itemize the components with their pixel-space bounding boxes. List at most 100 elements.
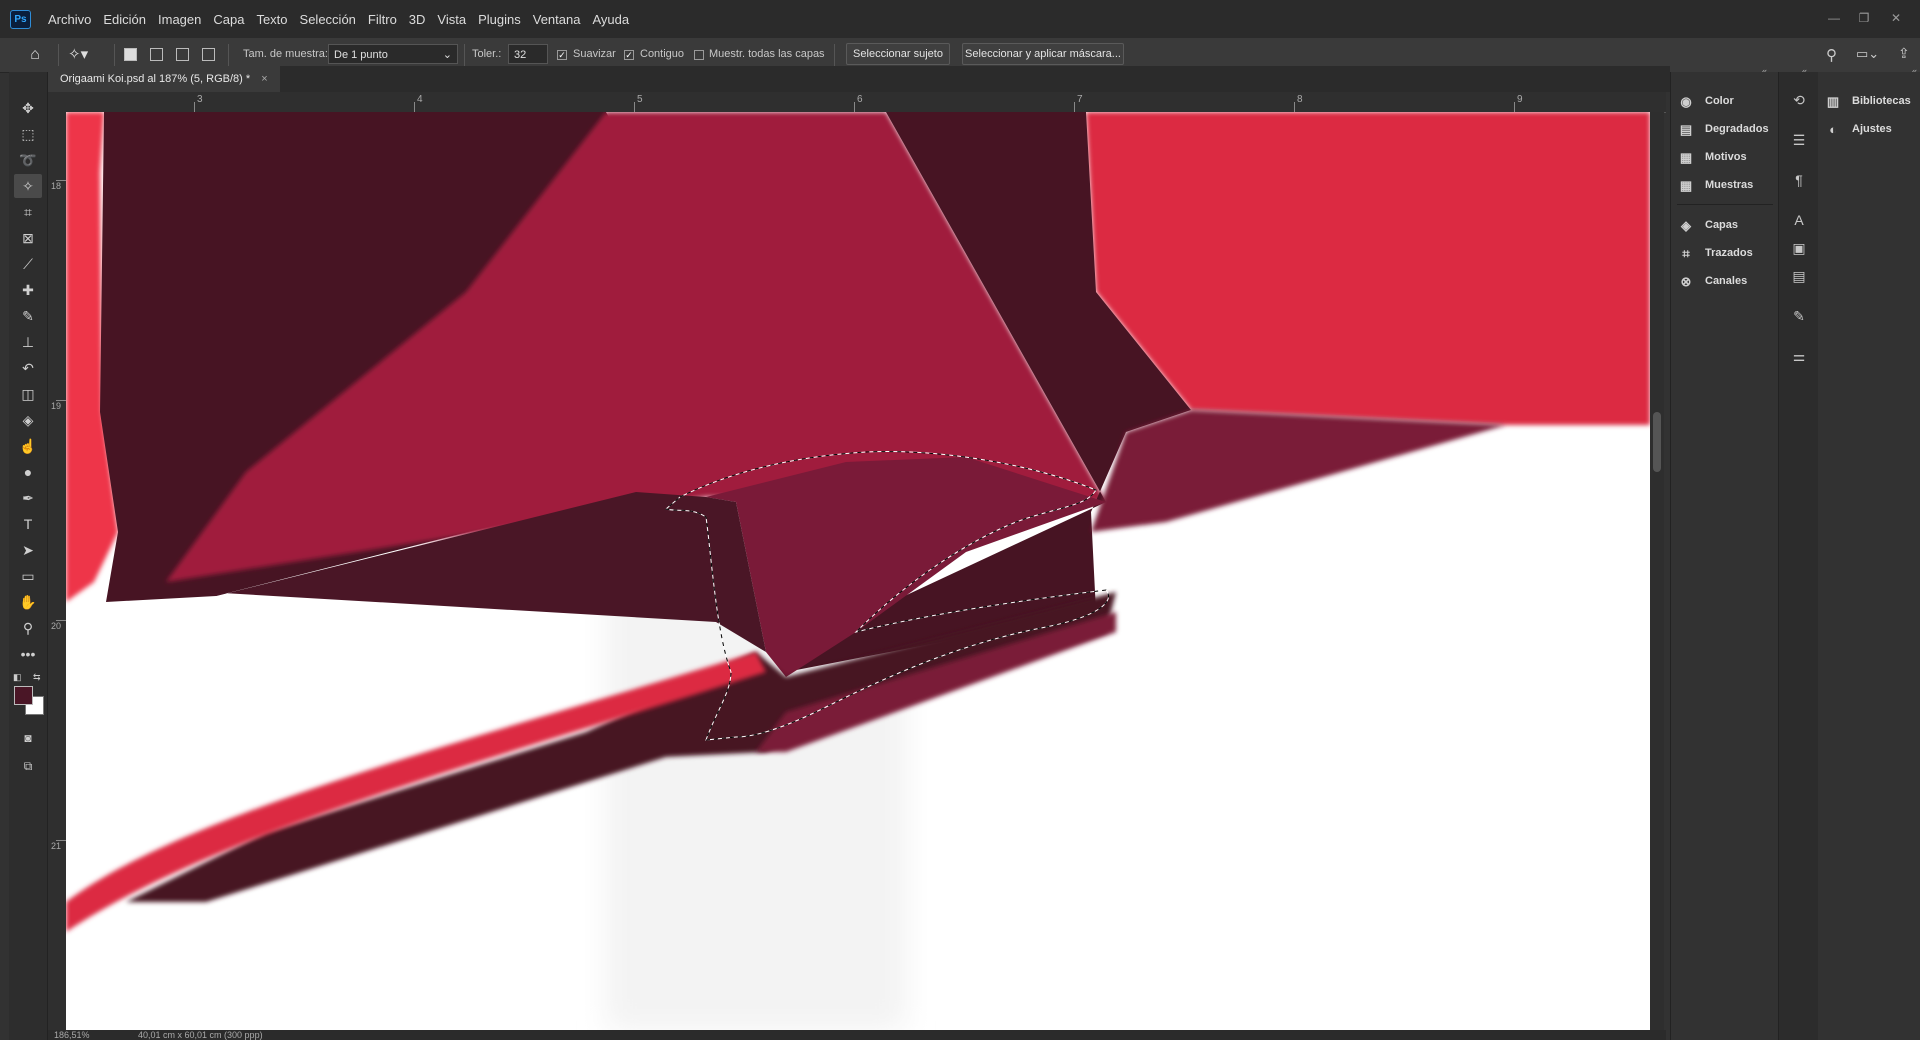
- search-icon[interactable]: ⚲: [1826, 46, 1837, 64]
- close-icon[interactable]: ✕: [1886, 8, 1906, 28]
- menu-ventana[interactable]: Ventana: [527, 12, 587, 27]
- restore-icon[interactable]: ❐: [1854, 8, 1874, 28]
- ruler-label: 4: [417, 94, 423, 105]
- menu-vista[interactable]: Vista: [431, 12, 472, 27]
- pen-tool-icon[interactable]: ✒: [14, 486, 42, 510]
- glyphs-icon[interactable]: ▣: [1787, 236, 1811, 260]
- adjust-sliders-icon[interactable]: ⚌: [1787, 344, 1811, 368]
- type-tool-icon[interactable]: T: [14, 512, 42, 536]
- panel-label: Color: [1705, 95, 1734, 107]
- share-icon[interactable]: ⇪: [1898, 45, 1910, 62]
- panel-adjustments[interactable]: ◐ Ajustes: [1824, 116, 1892, 142]
- notes-icon[interactable]: ▤: [1787, 264, 1811, 288]
- dodge-tool-icon[interactable]: ●: [14, 460, 42, 484]
- panel-libraries[interactable]: ▥ Bibliotecas: [1824, 88, 1911, 114]
- subtract-selection-icon[interactable]: [176, 48, 189, 61]
- sample-all-layers-checkbox[interactable]: [694, 50, 704, 60]
- menu-filtro[interactable]: Filtro: [362, 12, 403, 27]
- layers-icon: ◈: [1681, 218, 1691, 233]
- frame-tool-icon[interactable]: ⊠: [14, 226, 42, 250]
- menu-archivo[interactable]: Archivo: [42, 12, 97, 27]
- zoom-readout: 186,51%: [54, 1030, 90, 1040]
- tolerance-input[interactable]: 32: [508, 44, 548, 64]
- brush-tool-icon[interactable]: ✎: [14, 304, 42, 328]
- menu-capa[interactable]: Capa: [207, 12, 250, 27]
- quick-mask-icon[interactable]: ◙: [14, 726, 42, 750]
- document-size-readout: 40,01 cm x 60,01 cm (300 ppp): [138, 1030, 263, 1040]
- panel-swatches[interactable]: ▦ Muestras: [1677, 172, 1753, 198]
- marquee-tool-icon[interactable]: ⬚: [14, 122, 42, 146]
- menu-imagen[interactable]: Imagen: [152, 12, 207, 27]
- foreground-color-swatch[interactable]: [14, 686, 33, 705]
- brush-settings-icon[interactable]: ✎: [1787, 304, 1811, 328]
- select-subject-button[interactable]: Seleccionar sujeto: [846, 43, 950, 65]
- menu-ayuda[interactable]: Ayuda: [586, 12, 635, 27]
- panel-color[interactable]: ◉ Color: [1677, 88, 1734, 114]
- ruler-label: 3: [197, 94, 203, 105]
- menu-edicion[interactable]: Edición: [97, 12, 152, 27]
- document-tab[interactable]: Origaami Koi.psd al 187% (5, RGB/8) * ×: [48, 66, 280, 92]
- menu-texto[interactable]: Texto: [250, 12, 293, 27]
- zoom-tool-icon[interactable]: ⚲: [14, 616, 42, 640]
- intersect-selection-icon[interactable]: [202, 48, 215, 61]
- contiguous-checkbox[interactable]: ✓: [624, 50, 634, 60]
- patterns-icon: ▦: [1679, 150, 1693, 165]
- crop-tool-icon[interactable]: ⌗: [14, 200, 42, 224]
- more-tools-icon[interactable]: •••: [14, 642, 42, 666]
- ruler-label: 6: [857, 94, 863, 105]
- menu-plugins[interactable]: Plugins: [472, 12, 527, 27]
- swap-colors-icon[interactable]: ⇆: [33, 672, 41, 683]
- hand-tool-icon[interactable]: ✋: [14, 590, 42, 614]
- add-selection-icon[interactable]: [150, 48, 163, 61]
- document-canvas[interactable]: [66, 112, 1650, 1030]
- workspace-icon[interactable]: ▭⌄: [1856, 46, 1879, 62]
- default-colors-icon[interactable]: ◧: [13, 672, 22, 683]
- vertical-scrollbar[interactable]: [1650, 112, 1664, 1030]
- divider: [228, 44, 229, 66]
- clone-stamp-icon[interactable]: ⊥: [14, 330, 42, 354]
- panel-gradients[interactable]: ▤ Degradados: [1677, 116, 1769, 142]
- screen-mode-icon[interactable]: ⧉: [14, 754, 42, 778]
- path-selection-icon[interactable]: ➤: [14, 538, 42, 562]
- menu-3d[interactable]: 3D: [403, 12, 432, 27]
- panel-paths[interactable]: ⌗ Trazados: [1677, 240, 1753, 266]
- close-tab-icon[interactable]: ×: [261, 73, 267, 85]
- ruler-label: 18: [51, 181, 62, 191]
- scrollbar-thumb[interactable]: [1653, 412, 1661, 472]
- divider: [834, 44, 835, 66]
- panel-channels[interactable]: ⊗ Canales: [1677, 268, 1748, 294]
- menu-seleccion[interactable]: Selección: [294, 12, 362, 27]
- select-and-mask-button[interactable]: Seleccionar y aplicar máscara...: [962, 43, 1124, 65]
- healing-brush-icon[interactable]: ✚: [14, 278, 42, 302]
- paint-bucket-icon[interactable]: ◈: [14, 408, 42, 432]
- magic-wand-preset-icon[interactable]: ✧▾: [68, 44, 100, 66]
- divider: [464, 44, 465, 66]
- ruler-label: 9: [1517, 94, 1523, 105]
- lasso-tool-icon[interactable]: ➰: [14, 148, 42, 172]
- minimize-icon[interactable]: —: [1824, 8, 1844, 28]
- panel-label: Trazados: [1705, 247, 1753, 259]
- panel-label: Bibliotecas: [1852, 95, 1911, 107]
- panel-patterns[interactable]: ▦ Motivos: [1677, 144, 1747, 170]
- properties-icon[interactable]: ☰: [1787, 128, 1811, 152]
- character-icon[interactable]: A: [1787, 208, 1811, 232]
- paragraph-icon[interactable]: ¶: [1787, 168, 1811, 192]
- eraser-tool-icon[interactable]: ◫: [14, 382, 42, 406]
- move-tool-icon[interactable]: ✥: [14, 96, 42, 120]
- history-brush-icon[interactable]: ↶: [14, 356, 42, 380]
- ruler-tick: [1294, 102, 1295, 112]
- status-bar: 186,51% 40,01 cm x 60,01 cm (300 ppp): [48, 1030, 1666, 1040]
- smudge-tool-icon[interactable]: ☝: [14, 434, 42, 458]
- rectangle-tool-icon[interactable]: ▭: [14, 564, 42, 588]
- antialias-label: Suavizar: [573, 48, 616, 60]
- magic-wand-tool-icon[interactable]: ✧: [14, 174, 42, 198]
- divider: [114, 44, 115, 66]
- antialias-checkbox[interactable]: ✓: [557, 50, 567, 60]
- history-icon[interactable]: ⟲: [1787, 88, 1811, 112]
- divider: [58, 44, 59, 66]
- home-icon[interactable]: ⌂: [24, 44, 46, 66]
- eyedropper-tool-icon[interactable]: ⟋: [14, 252, 42, 276]
- panel-layers[interactable]: ◈ Capas: [1677, 212, 1738, 238]
- sample-size-select[interactable]: De 1 punto ⌄: [328, 44, 458, 64]
- new-selection-icon[interactable]: [124, 48, 137, 61]
